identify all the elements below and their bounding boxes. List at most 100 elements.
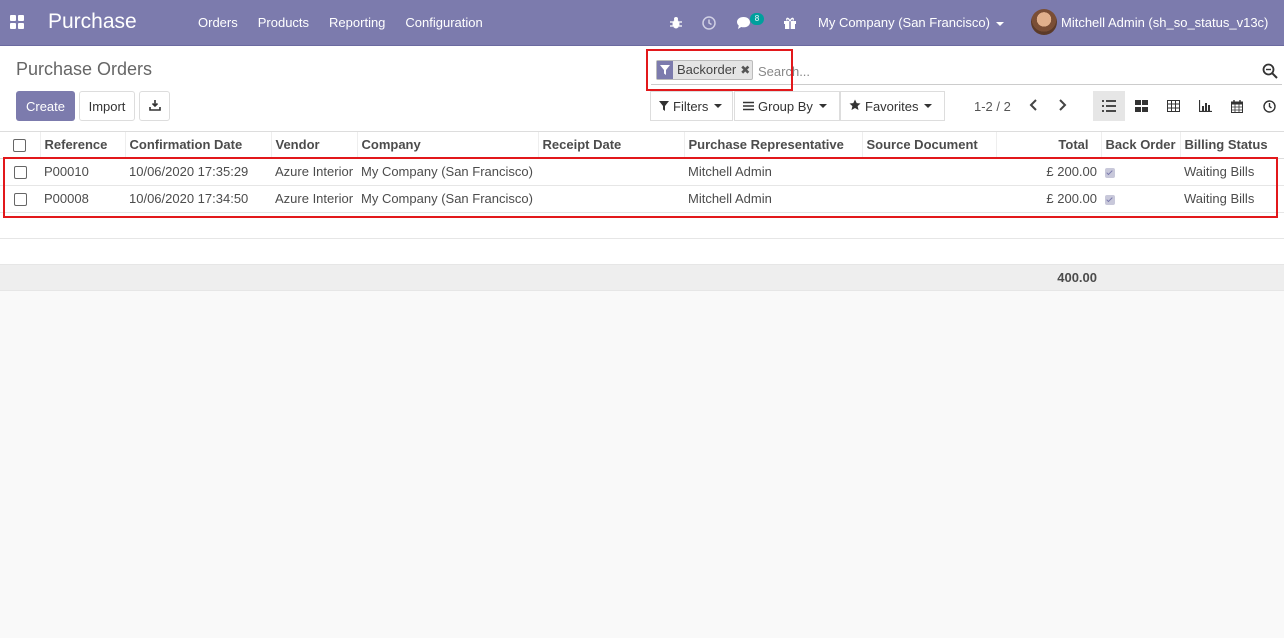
user-avatar (1031, 9, 1057, 35)
group-by-label: Group By (758, 98, 813, 114)
footer-spacer (0, 264, 996, 291)
column-header-back-order[interactable]: Back Order (1100, 132, 1180, 159)
row-select-cell[interactable] (0, 185, 40, 213)
back-order-checkbox (1105, 167, 1115, 178)
column-header-source-document[interactable]: Source Document (861, 132, 996, 159)
facet-value: Backorder (677, 62, 737, 77)
column-header-total[interactable]: Total (995, 132, 1101, 159)
activity-view-icon[interactable] (1253, 91, 1284, 121)
row-checkbox[interactable] (13, 193, 27, 207)
cell-source-document[interactable] (862, 158, 996, 186)
star-icon (849, 99, 861, 114)
empty-row (0, 238, 1284, 265)
column-header-reference[interactable]: Reference (39, 132, 125, 159)
cell-total[interactable]: £ 200.00 (996, 185, 1101, 213)
cell-confirmation-date[interactable]: 10/06/2020 17:34:50 (125, 185, 271, 213)
menu-reporting[interactable]: Reporting (329, 15, 385, 30)
gift-icon[interactable] (783, 0, 797, 46)
cell-billing-status[interactable]: Waiting Bills (1180, 185, 1284, 213)
table-header-row: Reference Confirmation Date Vendor Compa… (0, 132, 1284, 159)
empty-cell (0, 238, 1284, 265)
caret-down-icon (924, 104, 933, 108)
cell-confirmation-date[interactable]: 10/06/2020 17:35:29 (125, 158, 271, 186)
view-switcher (1093, 91, 1284, 121)
filter-icon (657, 61, 673, 79)
app-name[interactable]: Purchase (48, 10, 137, 34)
remove-facet-icon[interactable]: ✖ (740, 61, 752, 79)
cell-company[interactable]: My Company (San Francisco) (357, 185, 538, 213)
pivot-view-icon[interactable] (1157, 91, 1189, 121)
filter-icon (659, 99, 669, 114)
menu-products[interactable]: Products (258, 15, 309, 30)
bars-icon (743, 99, 754, 114)
select-all-checkbox[interactable] (13, 139, 27, 153)
empty-cell (0, 212, 1284, 239)
column-header-billing-status[interactable]: Billing Status (1179, 132, 1284, 159)
table-footer-row: 400.00 (0, 264, 1284, 291)
filters-label: Filters (673, 98, 709, 114)
column-header-vendor[interactable]: Vendor (270, 132, 357, 159)
search-icon[interactable] (1262, 63, 1278, 82)
back-order-checkbox (1105, 194, 1115, 205)
cell-receipt-date[interactable] (538, 185, 684, 213)
apps-menu-icon[interactable] (10, 15, 24, 29)
select-all-checkbox-cell[interactable] (0, 132, 40, 159)
empty-row (0, 212, 1284, 239)
column-header-purchase-representative[interactable]: Purchase Representative (683, 132, 862, 159)
cell-billing-status[interactable]: Waiting Bills (1180, 158, 1284, 186)
pager-value[interactable]: 1-2 / 2 (974, 99, 1011, 114)
cell-vendor[interactable]: Azure Interior (271, 185, 357, 213)
footer-spacer (1101, 264, 1284, 291)
company-switcher[interactable]: My Company (San Francisco) (818, 15, 1004, 30)
search-input[interactable] (758, 62, 1238, 80)
create-button[interactable]: Create (16, 91, 75, 121)
column-header-company[interactable]: Company (356, 132, 538, 159)
cell-receipt-date[interactable] (538, 158, 684, 186)
search-facet-backorder[interactable]: Backorder ✖ (656, 60, 754, 80)
cell-total[interactable]: £ 200.00 (996, 158, 1101, 186)
purchase-orders-table: Reference Confirmation Date Vendor Compa… (0, 132, 1284, 291)
group-by-dropdown[interactable]: Group By (734, 91, 840, 121)
footer-total: 400.00 (996, 264, 1101, 291)
row-checkbox[interactable] (13, 166, 27, 180)
messages-chat-icon[interactable] (736, 0, 751, 46)
column-header-confirmation-date[interactable]: Confirmation Date (124, 132, 271, 159)
page-title: Purchase Orders (16, 59, 153, 79)
graph-view-icon[interactable] (1189, 91, 1221, 121)
filters-dropdown[interactable]: Filters (650, 91, 733, 121)
menu-configuration[interactable]: Configuration (405, 15, 482, 30)
cell-source-document[interactable] (862, 185, 996, 213)
caret-down-icon (818, 104, 827, 108)
cell-company[interactable]: My Company (San Francisco) (357, 158, 538, 186)
activity-clock-icon[interactable] (702, 0, 716, 46)
company-name: My Company (San Francisco) (818, 15, 990, 30)
caret-down-icon (714, 104, 723, 108)
row-select-cell[interactable] (0, 158, 40, 186)
search-bar: Backorder ✖ (651, 57, 1282, 85)
debug-bug-icon[interactable] (669, 0, 683, 46)
table-row[interactable]: P00008 10/06/2020 17:34:50 Azure Interio… (0, 185, 1284, 213)
download-icon (148, 99, 161, 114)
cell-reference[interactable]: P00008 (40, 185, 125, 213)
pager-previous-icon[interactable] (1027, 98, 1041, 112)
favorites-label: Favorites (865, 98, 919, 114)
kanban-view-icon[interactable] (1125, 91, 1157, 121)
column-header-receipt-date[interactable]: Receipt Date (537, 132, 684, 159)
chat-count-badge: 8 (750, 13, 764, 25)
import-button[interactable]: Import (79, 91, 135, 121)
cell-vendor[interactable]: Azure Interior (271, 158, 357, 186)
list-view-icon[interactable] (1093, 91, 1125, 121)
table-row[interactable]: P00010 10/06/2020 17:35:29 Azure Interio… (0, 158, 1284, 186)
pager-next-icon[interactable] (1055, 98, 1069, 112)
cell-representative[interactable]: Mitchell Admin (684, 185, 862, 213)
favorites-dropdown[interactable]: Favorites (840, 91, 945, 121)
menu-orders[interactable]: Orders (198, 15, 238, 30)
calendar-view-icon[interactable] (1221, 91, 1253, 121)
download-button[interactable] (139, 91, 170, 121)
cell-reference[interactable]: P00010 (40, 158, 125, 186)
top-navbar: Purchase Orders Products Reporting Confi… (0, 0, 1284, 46)
user-name: Mitchell Admin (sh_so_status_v13c) (1061, 14, 1269, 30)
user-menu[interactable]: Mitchell Admin (sh_so_status_v13c) (1031, 9, 1268, 35)
cell-back-order (1101, 185, 1180, 213)
cell-representative[interactable]: Mitchell Admin (684, 158, 862, 186)
